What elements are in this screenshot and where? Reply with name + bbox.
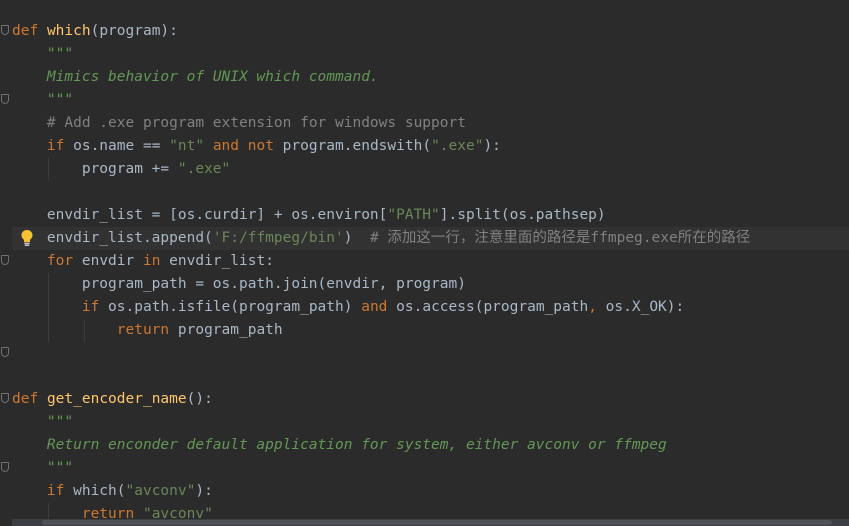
comment-token: # Add .exe program extension for windows…: [46, 115, 466, 131]
string-token: 'F:/ffmpeg/bin': [212, 230, 344, 246]
code-editor[interactable]: def which(program): """ Mimics behavior …: [0, 0, 849, 526]
code-line[interactable]: def get_encoder_name():: [12, 388, 849, 411]
string-token: "PATH": [387, 207, 440, 223]
string-token: "nt": [169, 138, 205, 154]
horizontal-scrollbar[interactable]: [12, 519, 849, 526]
fold-marker-icon[interactable]: [1, 462, 9, 472]
fold-marker-icon[interactable]: [1, 393, 9, 403]
string-token: "avconv": [125, 483, 196, 499]
code-line[interactable]: for envdir in envdir_list:: [12, 250, 849, 273]
code-line[interactable]: [12, 365, 849, 388]
scrollbar-thumb[interactable]: [42, 520, 832, 525]
code-line[interactable]: Mimics behavior of UNIX which command.: [12, 66, 849, 89]
string-token: ".exe": [431, 138, 484, 154]
code-line[interactable]: def which(program):: [12, 20, 849, 43]
code-line[interactable]: [12, 342, 849, 365]
fold-marker-icon[interactable]: [1, 347, 9, 357]
code-line[interactable]: """: [12, 411, 849, 434]
fold-marker-icon[interactable]: [1, 255, 9, 265]
code-line[interactable]: envdir_list = [os.curdir] + os.environ["…: [12, 204, 849, 227]
code-line[interactable]: if which("avconv"):: [12, 480, 849, 503]
code-line[interactable]: """: [12, 43, 849, 66]
comment-token: # 添加这一行，注意里面的路径是ffmpeg.exe所在的路径: [369, 230, 751, 246]
code-line[interactable]: program += ".exe": [12, 158, 849, 181]
string-token: ".exe": [177, 161, 231, 177]
code-line[interactable]: [12, 181, 849, 204]
keyword-token: def: [12, 23, 39, 39]
code-line[interactable]: return program_path: [12, 319, 849, 342]
code-line[interactable]: if os.path.isfile(program_path) and os.a…: [12, 296, 849, 319]
code-line[interactable]: program_path = os.path.join(envdir, prog…: [12, 273, 849, 296]
code-line[interactable]: """: [12, 89, 849, 112]
docstring-token: Mimics behavior of UNIX which command.: [46, 69, 379, 85]
fold-marker-icon[interactable]: [1, 94, 9, 104]
fold-marker-icon[interactable]: [1, 25, 9, 35]
function-name-token: get_encoder_name: [46, 391, 187, 407]
docstring-token: Return enconder default application for …: [46, 437, 667, 453]
code-line[interactable]: # Add .exe program extension for windows…: [12, 112, 849, 135]
keyword-token: def: [12, 391, 39, 407]
code-line[interactable]: Return enconder default application for …: [12, 434, 849, 457]
code-line[interactable]: if os.name == "nt" and not program.endsw…: [12, 135, 849, 158]
function-name-token: which: [46, 23, 91, 39]
lightbulb-icon[interactable]: [20, 229, 34, 247]
current-code-line[interactable]: envdir_list.append('F:/ffmpeg/bin') # 添加…: [12, 227, 849, 250]
code-line[interactable]: """: [12, 457, 849, 480]
